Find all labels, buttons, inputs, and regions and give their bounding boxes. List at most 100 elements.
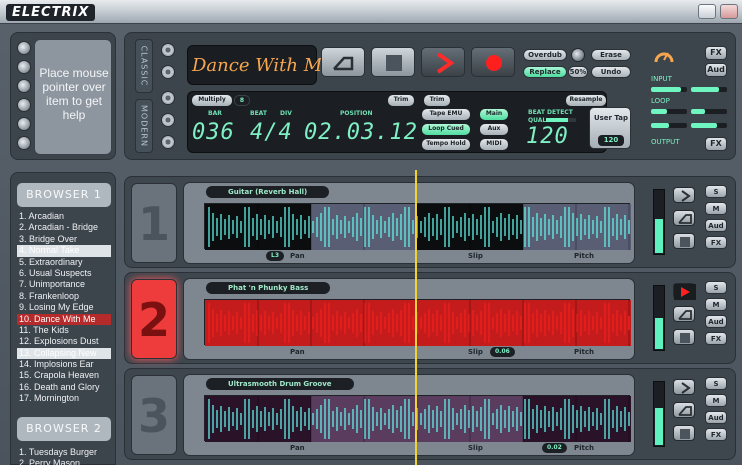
multiply-button[interactable]: Multiply — [192, 95, 232, 106]
minimize-button[interactable] — [698, 4, 716, 19]
solo-button[interactable]: S — [705, 185, 727, 198]
browser-list-item[interactable]: 3. Bridge Over — [17, 234, 111, 245]
deck-play-button[interactable] — [673, 187, 695, 203]
trim-left-button[interactable]: Trim — [388, 95, 414, 106]
tempo-hold-button[interactable]: Tempo Hold — [422, 139, 470, 150]
help-knob-icon[interactable] — [17, 79, 31, 93]
deck-name[interactable]: Guitar (Reverb Hall) — [206, 186, 330, 198]
deck-fx-button[interactable]: FX — [705, 428, 727, 441]
deck-aud-button[interactable]: Aud — [705, 219, 727, 232]
aux-button[interactable]: Aux — [480, 124, 508, 135]
slip-label[interactable]: Slip — [468, 444, 483, 452]
deck-loop-button[interactable] — [673, 306, 695, 322]
gear-icon[interactable] — [161, 135, 175, 149]
deck-stop-button[interactable] — [673, 233, 695, 249]
deck-stop-button[interactable] — [673, 329, 695, 345]
deck-play-button[interactable] — [673, 379, 695, 395]
solo-button[interactable]: S — [705, 281, 727, 294]
solo-button[interactable]: S — [705, 377, 727, 390]
help-knob-icon[interactable] — [17, 117, 31, 131]
output-fx-button[interactable]: FX — [705, 137, 727, 151]
aud-button[interactable]: Aud — [705, 63, 727, 77]
browser-list-item[interactable]: 17. Mornington — [17, 393, 111, 404]
loop-cued-button[interactable]: Loop Cued — [422, 124, 470, 135]
pan-label[interactable]: Pan — [290, 348, 305, 356]
deck-name[interactable]: Ultrasmooth Drum Groove — [206, 378, 354, 390]
slip-label[interactable]: Slip — [468, 348, 483, 356]
tab-classic[interactable]: CLASSIC — [135, 39, 153, 93]
browser-list-item[interactable]: 1. Arcadian — [17, 211, 111, 222]
browser-list-item[interactable]: 4. Normal Take — [17, 245, 111, 257]
help-knob-icon[interactable] — [17, 41, 31, 55]
deck-loop-button[interactable] — [673, 210, 695, 226]
deck-aud-button[interactable]: Aud — [705, 411, 727, 424]
stop-button[interactable] — [371, 47, 415, 77]
overdub-button[interactable]: Overdub — [523, 49, 567, 61]
deck-play-button[interactable] — [673, 283, 696, 300]
browser-list-item[interactable]: 14. Implosions Ear — [17, 359, 111, 370]
trim-right-button[interactable]: Trim — [424, 95, 450, 106]
deck-loop-button[interactable] — [673, 402, 695, 418]
browser-list-item[interactable]: 7. Unimportance — [17, 279, 111, 290]
deck-number[interactable]: 3 — [131, 375, 177, 455]
waveform-display[interactable] — [204, 395, 631, 442]
mute-button[interactable]: M — [705, 202, 727, 215]
deck-name[interactable]: Phat 'n Phunky Bass — [206, 282, 331, 294]
pitch-label[interactable]: Pitch — [574, 252, 594, 260]
tape-emu-button[interactable]: Tape EMU — [422, 109, 470, 120]
main-button[interactable]: Main — [480, 109, 508, 120]
loop-button[interactable] — [321, 47, 365, 77]
close-button[interactable] — [720, 4, 738, 19]
pitch-label[interactable]: Pitch — [574, 444, 594, 452]
browser-list-item[interactable]: 5. Extraordinary — [17, 257, 111, 268]
pitch-label[interactable]: Pitch — [574, 348, 594, 356]
browser-list-item[interactable]: 9. Losing My Edge — [17, 302, 111, 313]
mute-button[interactable]: M — [705, 394, 727, 407]
deck-number[interactable]: 1 — [131, 183, 177, 263]
browser-list-item[interactable]: 2. Arcadian - Bridge — [17, 222, 111, 233]
browser-list-item[interactable]: 11. The Kids — [17, 325, 111, 336]
fx-button[interactable]: FX — [705, 46, 727, 60]
browser-1-title[interactable]: BROWSER 1 — [17, 183, 111, 207]
record-button[interactable] — [471, 47, 515, 77]
waveform-display[interactable] — [204, 203, 631, 250]
deck-number[interactable]: 2 — [131, 279, 177, 359]
browser-list-item[interactable]: 12. Explosions Dust — [17, 336, 111, 347]
gauge-icon[interactable] — [653, 45, 675, 67]
browser-list-item[interactable]: 15. Crapola Heaven — [17, 370, 111, 381]
gear-icon[interactable] — [161, 91, 175, 105]
play-button[interactable] — [421, 47, 465, 77]
help-knob-icon[interactable] — [17, 60, 31, 74]
help-knob-icon[interactable] — [17, 98, 31, 112]
feedback-knob[interactable] — [571, 48, 585, 62]
deck-stop-button[interactable] — [673, 425, 695, 441]
stop-icon — [680, 237, 690, 247]
undo-button[interactable]: Undo — [591, 66, 631, 78]
browser-list-item[interactable]: 10. Dance With Me — [17, 313, 111, 325]
erase-button[interactable]: Erase — [591, 49, 631, 61]
browser-2-title[interactable]: BROWSER 2 — [17, 417, 111, 441]
browser-list-item[interactable]: 1. Tuesdays Burger — [17, 447, 111, 458]
resample-button[interactable]: Resample — [566, 95, 606, 106]
browser-list-item[interactable]: 2. Perry Mason — [17, 458, 111, 465]
mute-button[interactable]: M — [705, 298, 727, 311]
slip-label[interactable]: Slip — [468, 252, 483, 260]
gear-icon[interactable] — [161, 43, 175, 57]
pan-label[interactable]: Pan — [290, 252, 305, 260]
tab-modern[interactable]: MODERN — [135, 99, 153, 153]
gear-icon[interactable] — [161, 113, 175, 127]
waveform-display[interactable] — [204, 299, 631, 346]
midi-button[interactable]: MIDI — [480, 139, 508, 150]
browser-list-item[interactable]: 16. Death and Glory — [17, 382, 111, 393]
user-tap-button[interactable]: User Tap 120 — [589, 107, 631, 149]
deck-fx-button[interactable]: FX — [705, 236, 727, 249]
replace-button[interactable]: Replace — [523, 66, 567, 78]
gear-icon[interactable] — [161, 65, 175, 79]
browser-list-item[interactable]: 13. Collapsing New — [17, 347, 111, 360]
browser-list-item[interactable]: 8. Frankenloop — [17, 291, 111, 302]
help-knob-icon[interactable] — [17, 136, 31, 150]
deck-aud-button[interactable]: Aud — [705, 315, 727, 328]
browser-list-item[interactable]: 6. Usual Suspects — [17, 268, 111, 279]
pan-label[interactable]: Pan — [290, 444, 305, 452]
deck-fx-button[interactable]: FX — [705, 332, 727, 345]
